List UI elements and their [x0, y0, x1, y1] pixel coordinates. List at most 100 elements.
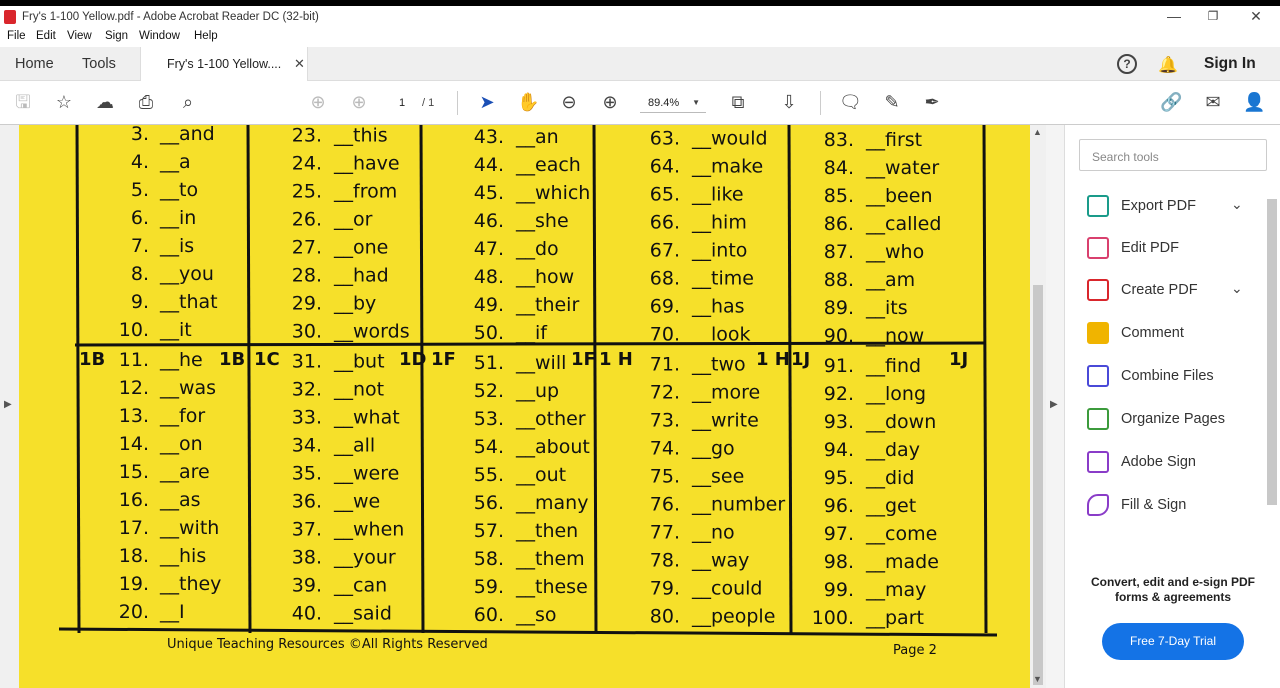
sight-word: __could — [691, 578, 762, 600]
bookmark-star-icon[interactable]: ☆ — [53, 92, 75, 112]
print-icon[interactable]: ⎙ — [135, 92, 157, 112]
word-number: 63. — [650, 128, 680, 150]
save-icon[interactable]: 🖫 — [12, 92, 34, 112]
sight-word: __which — [515, 182, 590, 204]
handwritten-label: 1F — [431, 349, 456, 370]
word-number: 92. — [824, 383, 854, 405]
free-trial-button[interactable]: Free 7-Day Trial — [1102, 623, 1244, 660]
menu-window[interactable]: Window — [139, 30, 180, 42]
word-number: 71. — [650, 354, 680, 376]
sight-word: __them — [515, 548, 585, 570]
tools-scroll-thumb[interactable] — [1267, 199, 1277, 505]
menu-sign[interactable]: Sign — [105, 30, 128, 42]
sight-word: __that — [159, 291, 218, 313]
word-number: 50. — [474, 322, 504, 344]
sight-word: __or — [333, 209, 373, 231]
collapse-right-pane-icon[interactable]: ▶ — [1050, 399, 1058, 410]
zoom-out-icon[interactable]: ⊖ — [558, 92, 580, 112]
vertical-scrollbar[interactable]: ▲ ▼ — [1030, 125, 1046, 688]
find-zoom-icon[interactable]: ⌕ — [177, 92, 199, 112]
word-number: 69. — [650, 296, 680, 318]
menu-file[interactable]: File — [7, 30, 26, 42]
promo-text: Convert, edit and e-sign PDF forms & agr… — [1065, 575, 1280, 605]
word-number: 100. — [812, 607, 854, 629]
next-page-icon[interactable]: ⊕ — [348, 92, 370, 112]
upload-cloud-icon[interactable]: ☁ — [94, 92, 116, 112]
scroll-thumb[interactable] — [1033, 285, 1043, 685]
notification-bell-icon[interactable]: 🔔 — [1158, 55, 1178, 75]
grid-line — [592, 125, 598, 634]
share-link-icon[interactable]: 🔗 — [1160, 92, 1182, 112]
scroll-mode-icon[interactable]: ⇩ — [778, 92, 800, 112]
toolbar: 🖫 ☆ ☁ ⎙ ⌕ ⊕ ⊕ 1 / 1 ➤ ✋ ⊖ ⊕ 89.4% ▼ ⧉ ⇩ 🗨… — [0, 81, 1280, 125]
sight-word: __but — [333, 351, 385, 373]
scroll-up-icon[interactable]: ▲ — [1033, 127, 1042, 137]
tab-home[interactable]: Home — [15, 56, 54, 72]
zoom-in-icon[interactable]: ⊕ — [599, 92, 621, 112]
sight-word: __by — [333, 293, 376, 315]
search-tools-input[interactable]: Search tools — [1079, 139, 1267, 171]
close-tab-icon[interactable]: ✕ — [294, 56, 305, 72]
word-number: 35. — [292, 463, 322, 485]
minimize-icon[interactable]: — — [1164, 8, 1184, 24]
zoom-select[interactable]: 89.4% ▼ — [640, 93, 706, 113]
previous-page-icon[interactable]: ⊕ — [307, 92, 329, 112]
email-icon[interactable]: ✉ — [1202, 92, 1224, 112]
sight-word: __he — [159, 349, 203, 371]
word-number: 56. — [474, 492, 504, 514]
help-icon[interactable]: ? — [1117, 54, 1137, 74]
pdf-page[interactable]: 3. __and 4. __a 5. __to 6. __in 7. __is 8. __you 9. _… — [19, 125, 1030, 688]
word-number: 33. — [292, 407, 322, 429]
word-number: 27. — [292, 237, 322, 259]
menu-view[interactable]: View — [67, 30, 92, 42]
scroll-down-icon[interactable]: ▼ — [1033, 674, 1042, 684]
expand-left-pane-icon[interactable]: ▶ — [4, 399, 12, 410]
tool-export-pdf[interactable]: Export PDF ⌄ — [1087, 192, 1267, 222]
grid-line — [75, 125, 81, 634]
chevron-down-icon[interactable]: ⌄ — [1231, 280, 1243, 297]
select-pointer-icon[interactable]: ➤ — [476, 92, 498, 112]
zoom-value: 89.4% — [648, 97, 680, 109]
word-number: 87. — [824, 241, 854, 263]
tool-comment[interactable]: Comment — [1087, 319, 1267, 349]
highlight-pen-icon[interactable]: ✎ — [881, 92, 903, 112]
tool-adobe-sign[interactable]: Adobe Sign — [1087, 448, 1267, 478]
sight-word: __what — [333, 407, 400, 429]
sight-word: __who — [865, 241, 924, 263]
sight-word: __go — [691, 438, 735, 460]
tab-document[interactable]: Fry's 1-100 Yellow.... ✕ — [140, 47, 308, 82]
tab-tools[interactable]: Tools — [82, 56, 116, 72]
tools-scrollbar[interactable] — [1265, 187, 1279, 607]
menu-edit[interactable]: Edit — [36, 30, 56, 42]
page-fit-icon[interactable]: ⧉ — [727, 92, 749, 112]
hand-tool-icon[interactable]: ✋ — [517, 92, 539, 112]
sight-word: __like — [691, 184, 744, 206]
tool-fill-sign[interactable]: Fill & Sign — [1087, 491, 1267, 521]
user-share-icon[interactable]: 👤 — [1243, 92, 1265, 112]
word-number: 75. — [650, 466, 680, 488]
chevron-down-icon[interactable]: ⌄ — [1231, 196, 1243, 213]
menu-help[interactable]: Help — [194, 30, 218, 42]
comment-icon[interactable]: 🗨 — [839, 92, 862, 112]
sight-word: __made — [865, 551, 939, 573]
page-number-input[interactable]: 1 — [388, 93, 416, 113]
tool-combine-files[interactable]: Combine Files — [1087, 362, 1267, 392]
sight-word: __said — [333, 603, 392, 625]
tool-create-pdf[interactable]: Create PDF ⌄ — [1087, 276, 1267, 306]
sign-in-button[interactable]: Sign In — [1204, 55, 1256, 73]
draw-sign-icon[interactable]: ✒ — [921, 92, 943, 112]
chevron-down-icon: ▼ — [692, 98, 700, 107]
tool-organize-pages[interactable]: Organize Pages — [1087, 405, 1267, 435]
word-number: 55. — [474, 464, 504, 486]
menu-bar: File Edit View Sign Window Help — [0, 30, 1280, 47]
close-window-icon[interactable]: ✕ — [1246, 8, 1266, 25]
sight-word: __so — [515, 604, 557, 626]
sight-word: __do — [515, 238, 559, 260]
left-pane-collapsed[interactable]: ▶ — [0, 125, 19, 688]
right-pane-toggle[interactable]: ▶ — [1046, 125, 1064, 688]
restore-icon[interactable]: ❐ — [1203, 9, 1223, 23]
word-number: 12. — [119, 377, 149, 399]
word-number: 16. — [119, 489, 149, 511]
window-title: Fry's 1-100 Yellow.pdf - Adobe Acrobat R… — [22, 11, 319, 23]
tool-edit-pdf[interactable]: Edit PDF — [1087, 234, 1267, 264]
